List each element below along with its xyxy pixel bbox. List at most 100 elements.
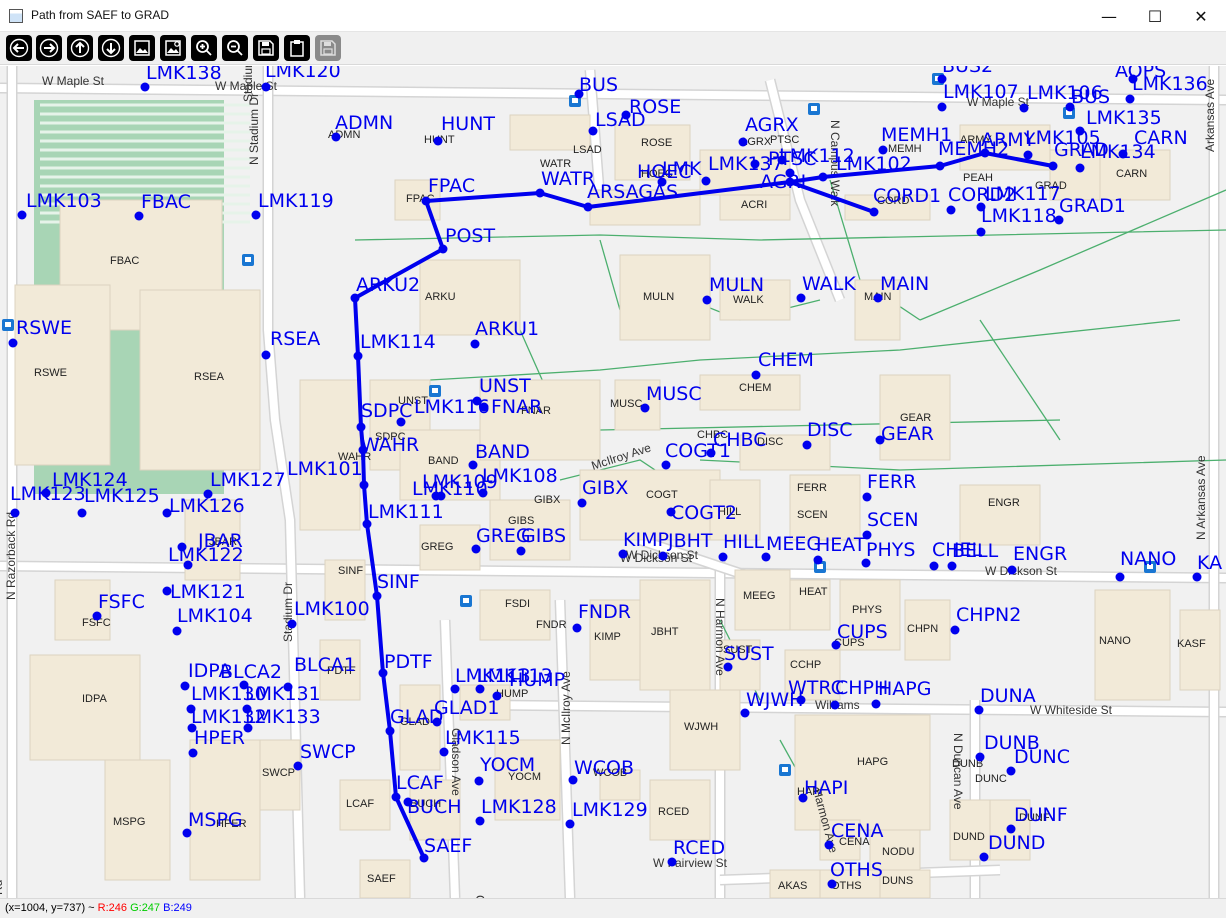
node-dot[interactable] [1125, 94, 1135, 104]
node-dot[interactable] [1115, 572, 1125, 582]
node-dot[interactable] [1023, 150, 1033, 160]
map-node[interactable]: WAHR [358, 434, 420, 456]
map-node[interactable]: POST [438, 225, 496, 254]
map-node[interactable]: GRAD1 [1054, 195, 1126, 225]
map-node[interactable]: GEAR [875, 423, 934, 445]
node-dot[interactable] [929, 561, 939, 571]
node-dot[interactable] [946, 205, 956, 215]
node-dot[interactable] [869, 207, 879, 217]
map-node[interactable]: LMK110 [412, 478, 488, 501]
node-dot[interactable] [701, 176, 711, 186]
map-node[interactable]: PHYS [861, 539, 916, 568]
map-node[interactable]: SAEF [419, 835, 473, 863]
clipboard-button[interactable] [284, 35, 310, 61]
back-button[interactable] [6, 35, 32, 61]
node-dot[interactable] [976, 227, 986, 237]
node-dot[interactable] [577, 498, 587, 508]
node-dot[interactable] [474, 776, 484, 786]
node-dot[interactable] [862, 492, 872, 502]
map-node[interactable]: LMK125 [77, 485, 160, 518]
minimize-button[interactable]: — [1086, 0, 1132, 32]
map-node[interactable]: BUS [574, 74, 619, 99]
map-node[interactable]: SCEN [862, 509, 919, 540]
node-dot[interactable] [702, 295, 712, 305]
node-dot[interactable] [261, 82, 271, 92]
node-dot[interactable] [937, 102, 947, 112]
map-node[interactable]: LMK104 [172, 605, 253, 636]
map-node[interactable]: LMK100 [287, 598, 370, 629]
map-node[interactable]: PDTF [378, 651, 433, 678]
node-dot[interactable] [188, 748, 198, 758]
node-dot[interactable] [479, 402, 489, 412]
map-node[interactable]: LMK118 [976, 205, 1057, 237]
map-node[interactable]: LMK114 [353, 331, 436, 361]
node-dot[interactable] [359, 480, 369, 490]
map-node[interactable]: AGRI [760, 171, 806, 193]
node-dot[interactable] [180, 681, 190, 691]
map-node[interactable]: LMK133 [243, 706, 321, 733]
map-node[interactable]: FERR [862, 471, 917, 502]
map-node[interactable]: WALK [796, 273, 857, 303]
image-button[interactable] [129, 35, 155, 61]
node-dot[interactable] [871, 699, 881, 709]
node-dot[interactable] [935, 161, 945, 171]
save-button[interactable] [253, 35, 279, 61]
node-dot[interactable] [1075, 163, 1085, 173]
map-node[interactable]: HEAT [813, 534, 866, 565]
node-dot[interactable] [1019, 103, 1029, 113]
map-node[interactable]: CHPN2 [950, 604, 1022, 635]
node-dot[interactable] [470, 339, 480, 349]
close-button[interactable]: ✕ [1178, 0, 1224, 32]
node-dot[interactable] [433, 136, 443, 146]
node-dot[interactable] [261, 350, 271, 360]
map-node[interactable]: LMK121 [162, 581, 246, 603]
map-node[interactable]: HILL [718, 531, 765, 562]
zoom-in-button[interactable] [191, 35, 217, 61]
node-dot[interactable] [396, 417, 406, 427]
node-dot[interactable] [658, 551, 668, 561]
node-dot[interactable] [583, 202, 593, 212]
node-dot[interactable] [10, 508, 20, 518]
map-node[interactable]: BUCH [403, 796, 462, 818]
up-button[interactable] [67, 35, 93, 61]
map-node[interactable]: RSEA [261, 328, 321, 360]
map-node[interactable]: LMK126 [162, 495, 245, 518]
forward-button[interactable] [36, 35, 62, 61]
node-dot[interactable] [738, 137, 748, 147]
map-node[interactable]: COGT1 [661, 440, 731, 470]
map-node[interactable]: COGT2 [666, 502, 737, 524]
map-node[interactable]: SINF [372, 571, 420, 601]
node-dot[interactable] [950, 625, 960, 635]
node-dot[interactable] [818, 172, 828, 182]
map-node[interactable]: LMK122 [168, 544, 244, 570]
map-node[interactable]: ARKU2 [350, 274, 421, 303]
node-dot[interactable] [1048, 161, 1058, 171]
node-dot[interactable] [287, 619, 297, 629]
node-dot[interactable] [947, 561, 957, 571]
node-dot[interactable] [830, 700, 840, 710]
map-node[interactable]: MAIN [873, 273, 930, 303]
map-node[interactable]: ARKU1 [470, 318, 540, 349]
node-dot[interactable] [751, 370, 761, 380]
image-edit-button[interactable] [160, 35, 186, 61]
map-node[interactable]: LMK123 [10, 483, 86, 518]
map-node[interactable]: SWCP [293, 741, 356, 771]
node-dot[interactable] [356, 422, 366, 432]
node-dot[interactable] [718, 552, 728, 562]
node-dot[interactable] [802, 440, 812, 450]
node-dot[interactable] [813, 555, 823, 565]
map-node[interactable]: LMK111 [362, 501, 444, 529]
node-dot[interactable] [572, 623, 582, 633]
zoom-out-button[interactable] [222, 35, 248, 61]
maximize-button[interactable]: ☐ [1132, 0, 1178, 32]
map-node[interactable]: HAPI [798, 777, 849, 803]
node-dot[interactable] [8, 338, 18, 348]
node-dot[interactable] [77, 508, 87, 518]
map-node[interactable]: FSFC [92, 591, 145, 621]
node-dot[interactable] [1007, 565, 1017, 575]
node-dot[interactable] [421, 196, 431, 206]
map-node[interactable]: MEEG [761, 533, 822, 562]
map-node[interactable]: DUNC [1006, 746, 1071, 776]
map-node[interactable]: LMK129 [565, 799, 648, 829]
map-canvas[interactable]: W Maple St W Maple St W Maple St N Stadium … [0, 66, 1226, 898]
